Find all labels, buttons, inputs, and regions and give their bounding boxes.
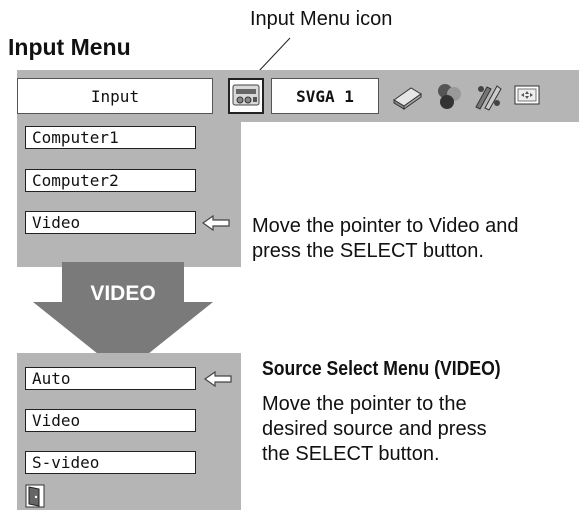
note1-line1: Move the pointer to Video and [252,215,519,237]
pointer-arrow-icon [202,215,230,231]
note2-line1: Move the pointer to the [262,393,467,415]
setting-icon[interactable] [509,78,545,114]
note2-line2: desired source and press [262,418,487,440]
note2-title: Source Select Menu (VIDEO) [262,358,501,380]
section-title: Input Menu [8,34,131,60]
pointer-arrow-icon [204,371,232,387]
image-adjust-icon[interactable] [470,78,506,114]
pc-adjust-icon[interactable] [389,78,425,114]
note1-line2: press the SELECT button. [252,240,484,262]
signal-display: SVGA 1 [271,78,379,114]
option-computer1[interactable]: Computer1 [25,126,196,149]
option-auto[interactable]: Auto [25,367,196,390]
option-source-video[interactable]: Video [25,409,196,432]
input-menu-icon[interactable] [228,78,264,114]
exit-door-icon[interactable] [25,484,45,508]
note2-line3: the SELECT button. [262,443,440,465]
option-s-video[interactable]: S-video [25,451,196,474]
input-menu-icon-callout: Input Menu icon [250,8,393,30]
option-video[interactable]: Video [25,211,196,234]
option-computer2[interactable]: Computer2 [25,169,196,192]
input-menu-title: Input [17,78,213,114]
image-select-icon[interactable] [431,78,467,114]
instruction-note-1: Move the pointer to Video and press the … [252,214,518,264]
instruction-note-2: Move the pointer to the desired source a… [262,392,487,467]
arrow-label: VIDEO [90,282,156,305]
